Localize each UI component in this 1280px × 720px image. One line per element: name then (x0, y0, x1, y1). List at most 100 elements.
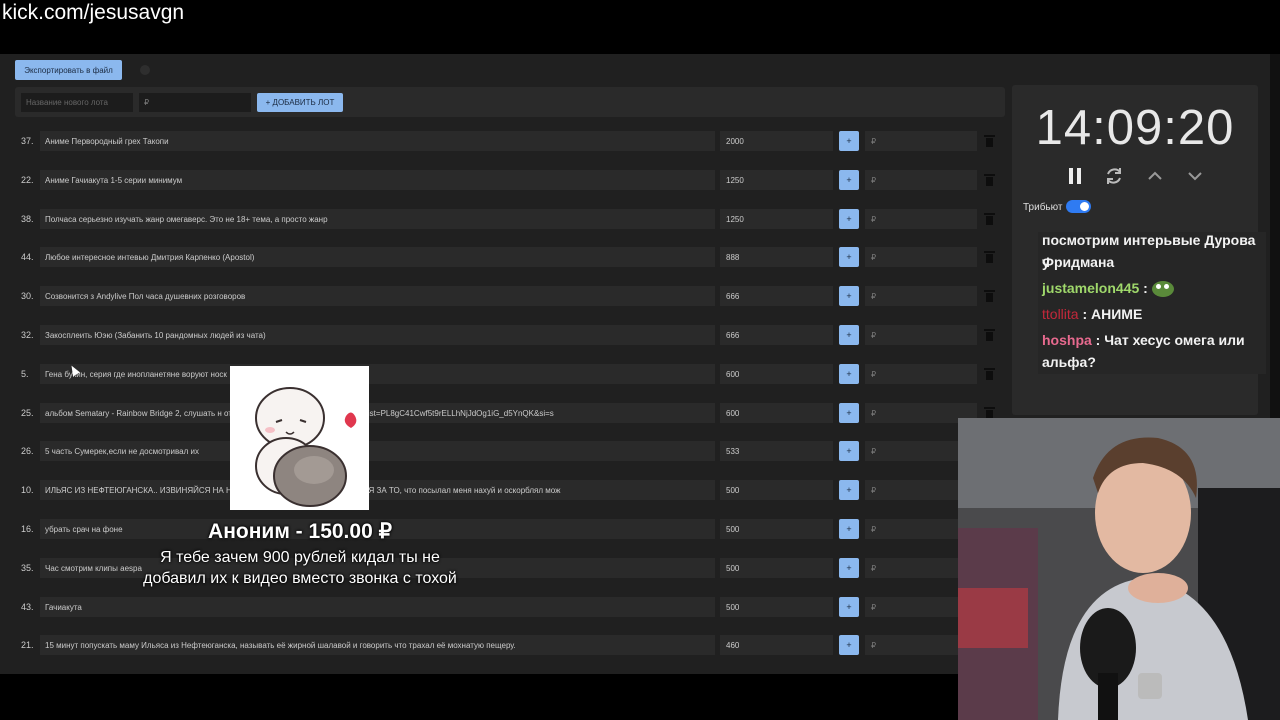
stream-url: kick.com/jesusavgn (2, 1, 185, 24)
stream-url-overlay: kick.com/jesusavgn (0, 0, 1280, 54)
scrollbar[interactable] (1270, 54, 1280, 418)
tribute-toggle[interactable] (1066, 200, 1091, 213)
lot-amount-field[interactable]: 2000 (720, 131, 833, 151)
lot-add-button[interactable]: + (839, 480, 859, 501)
timer-display: 14:09:20 (1035, 101, 1235, 155)
chat-message: justamelon445 : (1042, 277, 1174, 299)
trash-icon[interactable] (984, 406, 995, 419)
lot-number: 35. (21, 562, 34, 573)
lot-row: 26. 5 часть Сумерек,если не досмотривал и… (15, 433, 1005, 469)
lot-title-field[interactable]: Гачиакута (40, 596, 715, 617)
tribute-label: Трибьют (1023, 202, 1063, 213)
lot-title-field[interactable]: альбом Sematary - Rainbow Bridge 2, слуш… (40, 402, 715, 423)
lot-add-amount-input[interactable]: ₽ (865, 286, 977, 307)
lot-amount-field[interactable]: 888 (720, 247, 833, 268)
chat-username: hoshpa (1042, 332, 1092, 348)
lot-row: 44. Любое интересное интевью Дмитрия Карп… (15, 239, 1005, 275)
lot-add-button[interactable]: + (839, 441, 859, 462)
trash-icon[interactable] (984, 290, 995, 303)
reset-icon[interactable] (1103, 165, 1125, 187)
lot-row: 38. Полчаса серьезно изучать жанр омегаве… (15, 201, 1005, 237)
chat-username: ttollita (1042, 306, 1079, 322)
lot-number: 38. (21, 213, 34, 224)
lot-title-field[interactable]: Любое интересное интевью Дмитрия Карпенк… (40, 247, 715, 268)
lot-title-field[interactable]: Закосплеить Юэю (Забанить 10 рандомных л… (40, 325, 715, 345)
export-button[interactable]: Экспортировать в файл (15, 60, 122, 80)
trash-icon[interactable] (984, 367, 995, 380)
lot-amount-field[interactable]: 1250 (720, 169, 833, 190)
lot-title-field[interactable]: Аниме Первородный грех Такопи (40, 131, 715, 151)
lot-amount-field[interactable]: 500 (720, 557, 833, 578)
lot-add-button[interactable]: + (839, 131, 859, 151)
trash-icon[interactable] (984, 135, 995, 147)
lot-amount-field[interactable]: 500 (720, 519, 833, 539)
chat-message: альфа? (1042, 354, 1096, 370)
lot-row: 22. Аниме Гачиакута 1-5 серии минимум 1250… (15, 162, 1005, 198)
lot-row: 5. Гена букин, серия где инопланетяне вор… (15, 356, 1005, 392)
trash-icon[interactable] (984, 329, 995, 341)
lot-add-button[interactable]: + (839, 325, 859, 345)
lot-amount-field[interactable]: 600 (720, 402, 833, 423)
new-lot-price-input[interactable]: ₽ (139, 93, 251, 112)
lot-title-field[interactable]: ИЛЬЯС ИЗ НЕФТЕЮГАНСКА.. ИЗВИНЯЙСЯ НА НЕФ… (40, 480, 715, 501)
lot-add-button[interactable]: + (839, 519, 859, 539)
chevron-up-icon[interactable] (1144, 165, 1166, 187)
chat-message: Фридмана (1042, 254, 1115, 270)
new-lot-name-input[interactable]: Название нового лота (21, 93, 133, 112)
lot-row: 30. Созвонится з Andylive Пол часа душевн… (15, 278, 1005, 314)
add-lot-button[interactable]: + ДОБАВИТЬ ЛОТ (257, 93, 343, 112)
lot-add-amount-input[interactable]: ₽ (865, 131, 977, 151)
lot-title-field[interactable]: Созвонится з Andylive Пол часа душевних … (40, 286, 715, 307)
lot-add-button[interactable]: + (839, 286, 859, 307)
lot-row: 25. альбом Sematary - Rainbow Bridge 2, с… (15, 395, 1005, 431)
lot-amount-field[interactable]: 666 (720, 286, 833, 307)
lot-title-field[interactable]: 15 минут попускать маму Ильяса из Нефтею… (40, 635, 715, 656)
lot-number: 16. (21, 524, 34, 534)
pepe-emote-icon (1151, 281, 1174, 298)
lot-title-field[interactable]: Полчаса серьезно изучать жанр омегаверс.… (40, 208, 715, 229)
lot-amount-field[interactable]: 600 (720, 363, 833, 384)
lot-row: 43. Гачиакута 500 + ₽ (15, 589, 1005, 625)
chat-overlay: посмотрим интерьвые Дурова у Фридмана ju… (1038, 232, 1266, 374)
lot-number: 25. (21, 407, 34, 418)
lot-amount-field[interactable]: 500 (720, 480, 833, 501)
lot-number: 44. (21, 252, 34, 263)
lot-add-button[interactable]: + (839, 402, 859, 423)
lot-number: 32. (21, 330, 34, 340)
lot-add-button[interactable]: + (839, 635, 859, 656)
lot-amount-field[interactable]: 666 (720, 325, 833, 345)
donation-message: Я тебе зачем 900 рублей кидал ты не доба… (143, 549, 457, 587)
chevron-down-icon[interactable] (1184, 165, 1206, 187)
chat-message: ttollita : АНИМЕ (1042, 306, 1143, 322)
status-indicator (140, 65, 150, 75)
chat-username: justamelon445 (1042, 280, 1140, 296)
trash-icon[interactable] (984, 173, 995, 186)
lot-amount-field[interactable]: 1250 (720, 208, 833, 229)
lot-amount-field[interactable]: 500 (720, 596, 833, 617)
lot-add-amount-input[interactable]: ₽ (865, 325, 977, 345)
lot-add-amount-input[interactable]: ₽ (865, 363, 977, 384)
trash-icon[interactable] (984, 212, 995, 225)
lot-add-amount-input[interactable]: ₽ (865, 169, 977, 190)
lot-row: 32. Закосплеить Юэю (Забанить 10 рандомны… (15, 317, 1005, 353)
lot-add-amount-input[interactable]: ₽ (865, 208, 977, 229)
lot-add-button[interactable]: + (839, 596, 859, 617)
lot-amount-field[interactable]: 460 (720, 635, 833, 656)
trash-icon[interactable] (984, 251, 995, 264)
lot-add-button[interactable]: + (839, 363, 859, 384)
lot-add-button[interactable]: + (839, 169, 859, 190)
lot-title-field[interactable]: 5 часть Сумерек,если не досмотривал их (40, 441, 715, 462)
lot-add-button[interactable]: + (839, 208, 859, 229)
lot-row: 10. ИЛЬЯС ИЗ НЕФТЕЮГАНСКА.. ИЗВИНЯЙСЯ НА … (15, 472, 1005, 508)
lot-title-field[interactable]: Гена букин, серия где инопланетяне ворую… (40, 363, 715, 384)
lot-title-field[interactable]: Аниме Гачиакута 1-5 серии минимум (40, 169, 715, 190)
toggle-knob (1080, 202, 1089, 211)
lot-row: 37. Аниме Первородный грех Такопи 2000 + ₽ (15, 123, 1005, 159)
lot-add-button[interactable]: + (839, 247, 859, 268)
lot-amount-field[interactable]: 533 (720, 441, 833, 462)
lot-row: 21. 15 минут попускать маму Ильяса из Неф… (15, 627, 1005, 663)
lot-add-button[interactable]: + (839, 557, 859, 578)
pause-icon[interactable] (1064, 165, 1086, 187)
lot-number: 43. (21, 601, 34, 612)
lot-add-amount-input[interactable]: ₽ (865, 247, 977, 268)
